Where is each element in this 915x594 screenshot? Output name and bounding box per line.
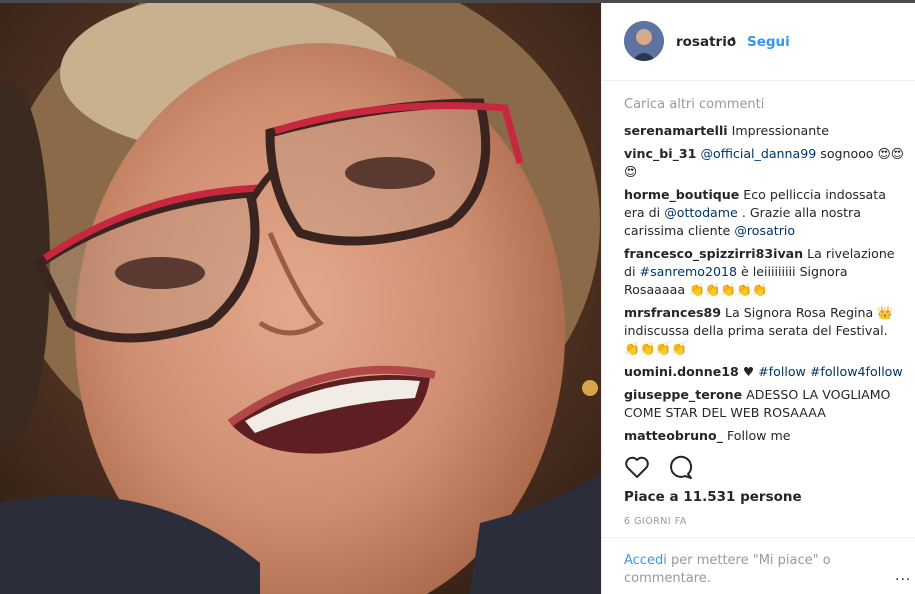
comments-list[interactable]: Carica altri commenti serenamartelli Imp…: [624, 93, 904, 449]
mention-link[interactable]: @rosatrio: [734, 223, 795, 238]
post-photo-image: [0, 3, 601, 594]
likes-count[interactable]: Piace a 11.531 persone: [624, 489, 802, 505]
login-prompt: Accedi per mettere "Mi piace" o commenta…: [602, 537, 915, 594]
comment-username[interactable]: mrsfrances89: [624, 305, 721, 320]
comment-icon: [670, 455, 693, 479]
comment-button[interactable]: [667, 455, 693, 483]
more-options-icon[interactable]: ...: [895, 568, 911, 584]
hashtag-link[interactable]: #follow4follow: [810, 364, 903, 379]
comment-username[interactable]: giuseppe_terone: [624, 387, 742, 402]
post-sidebar: rosatrio • Segui Carica altri commenti s…: [601, 3, 915, 594]
comment: francesco_spizzirri83ivan La rivelazione…: [624, 245, 904, 299]
post-header: rosatrio • Segui: [602, 3, 915, 81]
comment-username[interactable]: horme_boutique: [624, 187, 739, 202]
follow-button[interactable]: Segui: [747, 34, 790, 50]
post-actions: [624, 455, 705, 485]
avatar[interactable]: [624, 21, 664, 61]
avatar-image: [624, 21, 664, 61]
comment-username[interactable]: vinc_bi_31: [624, 146, 696, 161]
comment-text: Follow me: [726, 428, 791, 443]
comment: mrsfrances89 La Signora Rosa Regina 👑 in…: [624, 304, 904, 358]
hashtag-link[interactable]: #follow: [758, 364, 806, 379]
comment: uomini.donne18 ♥ #follow #follow4follow: [624, 363, 904, 381]
mention-link[interactable]: @ottodame: [664, 205, 738, 220]
mention-link[interactable]: @official_danna99: [700, 146, 816, 161]
comment: horme_boutique Eco pelliccia indossata e…: [624, 186, 904, 240]
comment: matteobruno_ Follow me: [624, 427, 904, 445]
comment: serenamartelli Impressionante: [624, 122, 904, 140]
login-link[interactable]: Accedi: [624, 553, 667, 568]
comment-username[interactable]: matteobruno_: [624, 428, 723, 443]
comment-text: Impressionante: [731, 123, 829, 138]
comment: giuseppe_terone ADESSO LA VOGLIAMO COME …: [624, 386, 904, 422]
post-timestamp[interactable]: 6 GIORNI FA: [624, 516, 687, 527]
comment-username[interactable]: serenamartelli: [624, 123, 728, 138]
like-button[interactable]: [624, 455, 650, 483]
comment-username[interactable]: uomini.donne18: [624, 364, 739, 379]
login-prompt-text: Accedi per mettere "Mi piace" o commenta…: [624, 552, 864, 588]
hashtag-link[interactable]: #sanremo2018: [640, 264, 738, 279]
post-photo[interactable]: [0, 3, 601, 594]
author-username[interactable]: rosatrio: [676, 34, 736, 50]
comment: vinc_bi_31 @official_danna99 sognooo 😍😍😍: [624, 145, 904, 181]
heart-icon: [625, 456, 649, 478]
separator-dot: •: [729, 33, 737, 48]
load-more-comments-button[interactable]: Carica altri commenti: [624, 96, 904, 114]
comment-text: ♥ #follow #follow4follow: [742, 364, 903, 379]
comment-username[interactable]: francesco_spizzirri83ivan: [624, 246, 803, 261]
